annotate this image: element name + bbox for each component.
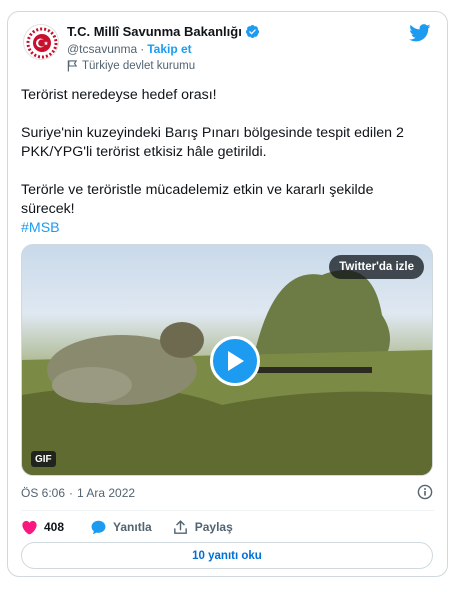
affiliation-label: Türkiye devlet kurumu (67, 60, 195, 72)
share-button[interactable]: Paylaş (172, 519, 233, 536)
handle-row: @tcsavunma · Takip et (67, 42, 192, 56)
affiliation-text: Türkiye devlet kurumu (82, 60, 196, 72)
tweet-actions: 408 Yanıtla Paylaş (21, 517, 253, 537)
flag-icon (67, 60, 78, 72)
tweet-card: T.C. Millî Savunma Bakanlığı @tcsavunma … (7, 11, 448, 577)
share-upload-icon (173, 519, 187, 534)
meta-separator: · (69, 486, 74, 500)
follow-button[interactable]: Takip et (147, 42, 191, 56)
tweet-paragraph: Terörist neredeyse hedef orası! (21, 87, 217, 103)
like-button[interactable]: 408 (21, 519, 64, 536)
tweet-time: ÖS 6:06 (21, 486, 66, 500)
info-icon[interactable] (417, 484, 433, 500)
tweet-text: Terörist neredeyse hedef orası! Suriye'n… (21, 86, 431, 238)
hashtag-link[interactable]: #MSB (21, 220, 60, 236)
tweet-date: 1 Ara 2022 (77, 486, 136, 500)
reply-label: Yanıtla (113, 520, 152, 534)
ministry-logo-icon (25, 26, 58, 59)
play-icon (228, 351, 244, 371)
play-button[interactable] (210, 336, 260, 386)
tweet-header: T.C. Millî Savunma Bakanlığı @tcsavunma … (23, 24, 435, 74)
name-row: T.C. Millî Savunma Bakanlığı (67, 24, 260, 39)
tweet-paragraph: Terörle ve teröristle mücadelemiz etkin … (21, 182, 374, 217)
video-media[interactable]: Twitter'da izle GIF (21, 244, 433, 476)
divider (21, 510, 434, 511)
like-count: 408 (44, 520, 65, 534)
account-name[interactable]: T.C. Millî Savunma Bakanlığı (67, 24, 242, 39)
tweet-timestamp[interactable]: ÖS 6:06 · 1 Ara 2022 (21, 484, 435, 502)
handle-separator: · (140, 42, 145, 56)
avatar[interactable] (23, 24, 59, 60)
tweet-paragraph: Suriye'nin kuzeyindeki Barış Pınarı bölg… (21, 125, 404, 160)
gif-badge: GIF (31, 451, 56, 467)
read-replies-button[interactable]: 10 yanıtı oku (21, 542, 433, 569)
watch-on-twitter-button[interactable]: Twitter'da izle (329, 255, 424, 279)
reply-button[interactable]: Yanıtla (90, 519, 152, 536)
account-handle[interactable]: @tcsavunma (67, 42, 137, 56)
share-label: Paylaş (194, 520, 233, 534)
twitter-bird-icon[interactable] (409, 24, 431, 42)
heart-icon (22, 520, 37, 534)
speech-bubble-icon (91, 520, 106, 534)
verified-badge-icon (245, 24, 259, 39)
